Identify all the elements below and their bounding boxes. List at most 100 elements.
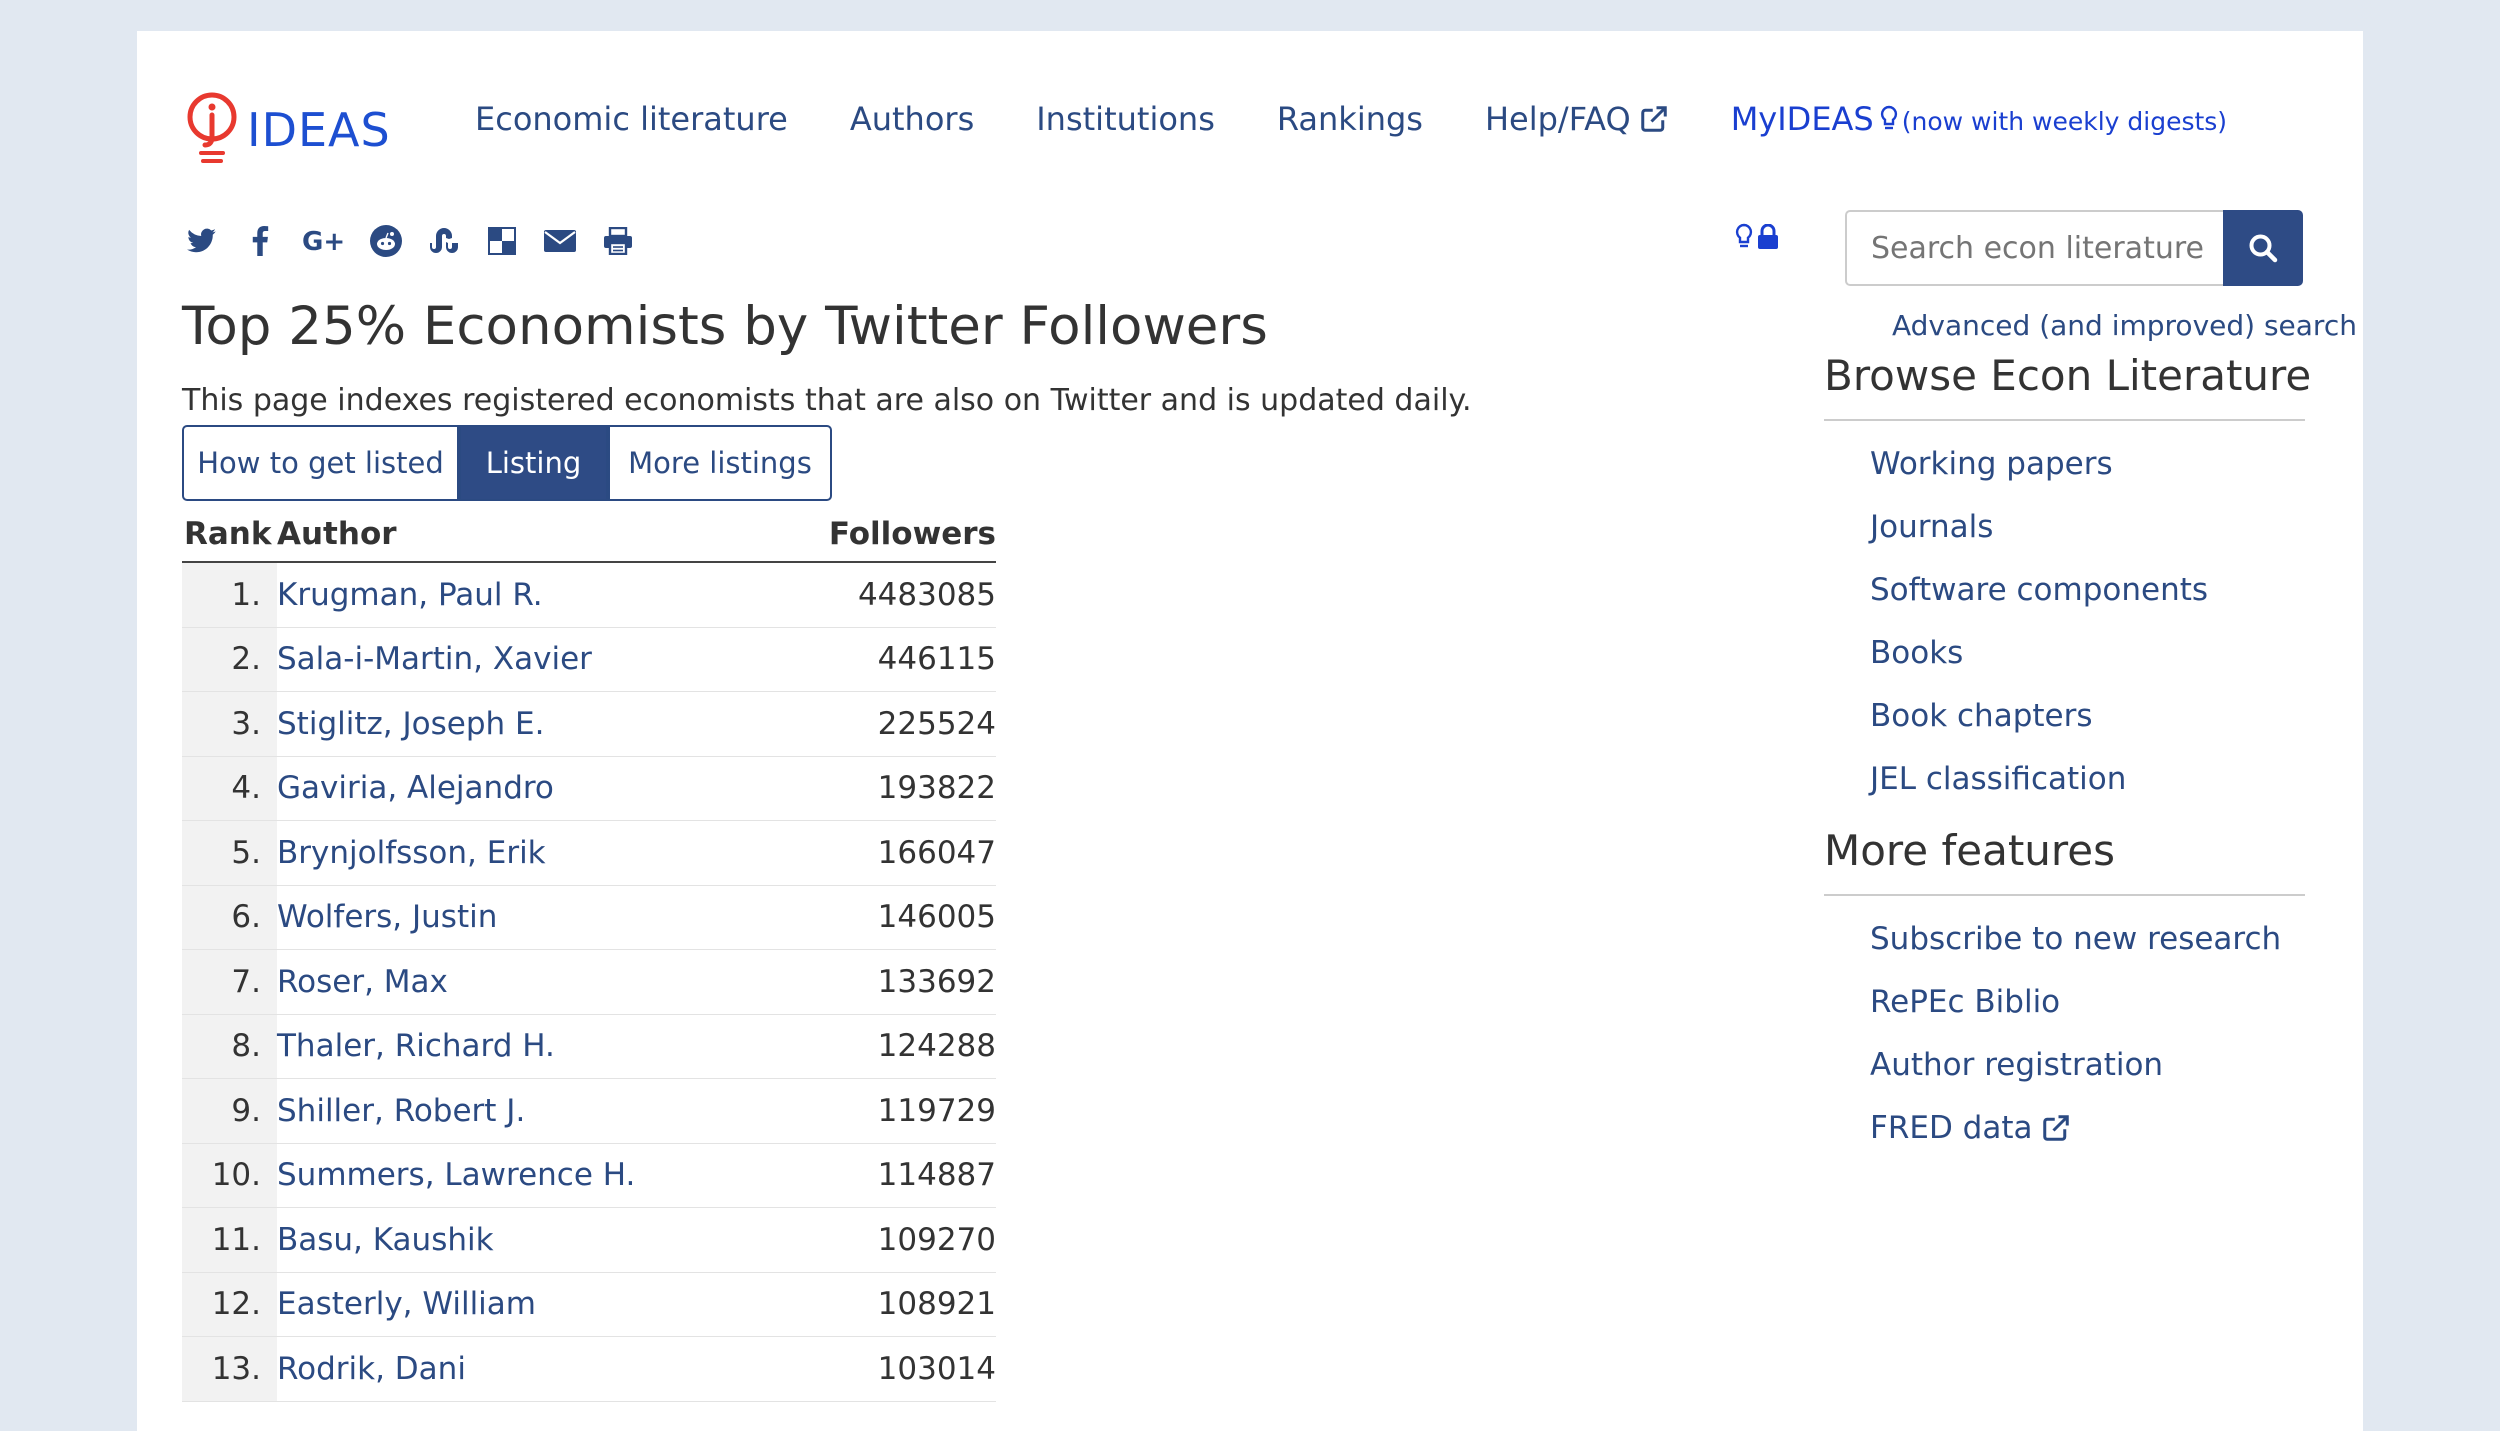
nav-economic-literature[interactable]: Economic literature: [475, 100, 788, 138]
nav-institutions[interactable]: Institutions: [1036, 100, 1215, 138]
table-header-row: Rank Author Followers: [182, 507, 996, 563]
author-link[interactable]: Basu, Kaushik: [277, 1222, 494, 1258]
browse-link-journals[interactable]: Journals: [1870, 509, 1993, 545]
nav-help-faq[interactable]: Help/FAQ: [1485, 100, 1669, 138]
author-cell: Easterly, William: [277, 1272, 768, 1337]
tab-listing[interactable]: Listing: [459, 425, 608, 501]
tab-how-to-get-listed[interactable]: How to get listed: [182, 425, 459, 501]
table-row: 6. Wolfers, Justin 146005: [182, 885, 996, 950]
column-header-author: Author: [277, 507, 768, 563]
author-link[interactable]: Easterly, William: [277, 1286, 536, 1322]
browse-link-book-chapters[interactable]: Book chapters: [1870, 698, 2093, 734]
print-icon[interactable]: [601, 224, 635, 258]
table-row: 10. Summers, Lawrence H. 114887: [182, 1143, 996, 1208]
author-link[interactable]: Stiglitz, Joseph E.: [277, 706, 544, 742]
author-cell: Sala-i-Martin, Xavier: [277, 627, 768, 692]
list-item: Working papers: [1870, 446, 2208, 509]
share-bar: G+: [185, 224, 659, 258]
rank-cell: 2.: [182, 627, 277, 692]
google-plus-icon[interactable]: G+: [301, 224, 345, 258]
reddit-icon[interactable]: [369, 224, 403, 258]
followers-cell: 4483085: [767, 562, 996, 628]
svg-text:G+: G+: [302, 227, 344, 255]
lightbulb-icon: [1735, 223, 1753, 248]
author-link[interactable]: Krugman, Paul R.: [277, 577, 543, 613]
followers-cell: 119729: [767, 1078, 996, 1144]
column-header-rank: Rank: [182, 507, 277, 563]
followers-cell: 114887: [767, 1143, 996, 1208]
feature-link-fred-data-label: FRED data: [1870, 1110, 2033, 1146]
twitter-icon[interactable]: [185, 224, 219, 258]
search-input[interactable]: [1845, 210, 2223, 286]
tab-more-listings[interactable]: More listings: [608, 425, 832, 501]
author-cell: Roser, Max: [277, 949, 768, 1015]
browse-link-books[interactable]: Books: [1870, 635, 1963, 671]
table-row: 11. Basu, Kaushik 109270: [182, 1207, 996, 1273]
list-item: FRED data: [1870, 1110, 2281, 1173]
logo-bulb-icon: [187, 92, 237, 163]
followers-cell: 446115: [767, 627, 996, 692]
rank-cell: 7.: [182, 949, 277, 1015]
followers-cell: 109270: [767, 1207, 996, 1273]
ideas-logo[interactable]: IDEAS: [183, 75, 391, 185]
followers-cell: 124288: [767, 1014, 996, 1079]
nav-myideas-label: MyIDEAS: [1730, 100, 1874, 138]
browse-link-jel-classification[interactable]: JEL classification: [1870, 761, 2126, 797]
browse-link-working-papers[interactable]: Working papers: [1870, 446, 2113, 482]
list-item: RePEc Biblio: [1870, 984, 2281, 1047]
rank-cell: 13.: [182, 1336, 277, 1402]
author-link[interactable]: Sala-i-Martin, Xavier: [277, 641, 592, 677]
feature-link-author-registration[interactable]: Author registration: [1870, 1047, 2163, 1083]
followers-cell: 133692: [767, 949, 996, 1015]
author-link[interactable]: Gaviria, Alejandro: [277, 770, 554, 806]
author-link[interactable]: Roser, Max: [277, 964, 448, 1000]
list-item: JEL classification: [1870, 761, 2208, 824]
author-link[interactable]: Brynjolfsson, Erik: [277, 835, 546, 871]
author-link[interactable]: Thaler, Richard H.: [277, 1028, 555, 1064]
browse-heading: Browse Econ Literature: [1824, 351, 2311, 421]
followers-cell: 193822: [767, 756, 996, 821]
email-icon[interactable]: [543, 224, 577, 258]
followers-cell: 108921: [767, 1272, 996, 1337]
feature-link-fred-data[interactable]: FRED data: [1870, 1110, 2071, 1146]
author-cell: Shiller, Robert J.: [277, 1078, 768, 1144]
advanced-search-link[interactable]: Advanced (and improved) search: [1892, 309, 2357, 342]
external-link-icon: [1640, 106, 1667, 132]
list-item: Book chapters: [1870, 698, 2208, 761]
lock-icon: [1758, 224, 1778, 249]
rank-cell: 8.: [182, 1014, 277, 1079]
search-button[interactable]: [2223, 210, 2303, 286]
delicious-icon[interactable]: [485, 224, 519, 258]
column-header-followers: Followers: [767, 507, 996, 563]
author-cell: Gaviria, Alejandro: [277, 756, 768, 821]
table-body: 1. Krugman, Paul R. 4483085 2. Sala-i-Martin…: [182, 562, 996, 1402]
myideas-status[interactable]: [1735, 223, 1779, 251]
table-row: 12. Easterly, William 108921: [182, 1272, 996, 1337]
nav-rankings[interactable]: Rankings: [1277, 100, 1423, 138]
ranking-table: Rank Author Followers 1. Krugman, Paul R.…: [182, 507, 996, 1402]
search-icon: [2249, 234, 2278, 263]
nav-help-faq-label: Help/FAQ: [1484, 100, 1631, 138]
search-box: [1845, 210, 2303, 286]
list-item: Subscribe to new research: [1870, 921, 2281, 984]
facebook-icon[interactable]: [243, 224, 277, 258]
feature-link-subscribe[interactable]: Subscribe to new research: [1870, 921, 2281, 957]
followers-cell: 166047: [767, 820, 996, 886]
feature-link-repec-biblio[interactable]: RePEc Biblio: [1870, 984, 2060, 1020]
table-row: 7. Roser, Max 133692: [182, 949, 996, 1015]
nav-authors[interactable]: Authors: [850, 100, 974, 138]
stumbleupon-icon[interactable]: [427, 224, 461, 258]
followers-cell: 146005: [767, 885, 996, 950]
author-link[interactable]: Wolfers, Justin: [277, 899, 497, 935]
browse-link-software-components[interactable]: Software components: [1870, 572, 2208, 608]
nav-myideas[interactable]: MyIDEAS (now with weekly digests): [1731, 100, 2227, 138]
rank-cell: 10.: [182, 1143, 277, 1208]
browse-list: Working papers Journals Software compone…: [1870, 446, 2208, 824]
main-nav: Economic literature Authors Institutions…: [475, 89, 2227, 149]
more-features-list: Subscribe to new research RePEc Biblio A…: [1870, 921, 2281, 1173]
author-link[interactable]: Shiller, Robert J.: [277, 1093, 525, 1129]
author-link[interactable]: Summers, Lawrence H.: [277, 1157, 635, 1193]
author-link[interactable]: Rodrik, Dani: [277, 1351, 466, 1387]
author-cell: Basu, Kaushik: [277, 1207, 768, 1273]
rank-cell: 9.: [182, 1078, 277, 1144]
